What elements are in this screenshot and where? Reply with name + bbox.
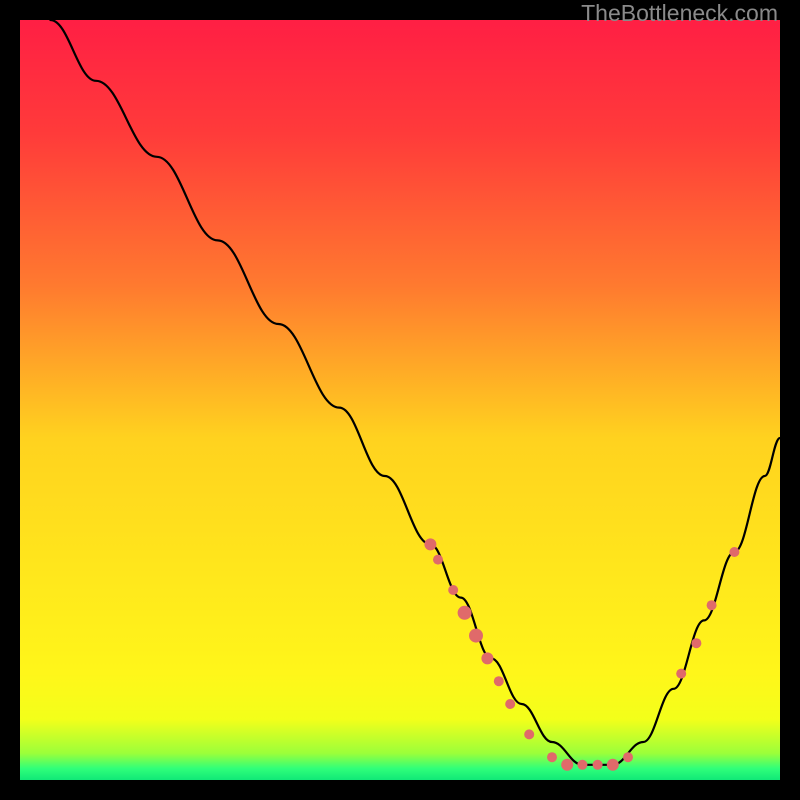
marker-dot [458, 606, 472, 620]
marker-dot [547, 752, 557, 762]
marker-dot [469, 629, 483, 643]
marker-dot [433, 555, 443, 565]
bottleneck-chart [20, 20, 780, 780]
watermark-text: TheBottleneck.com [581, 0, 778, 27]
marker-dot [676, 669, 686, 679]
marker-dot [524, 729, 534, 739]
marker-dot [707, 600, 717, 610]
marker-dot [481, 652, 493, 664]
marker-dot [729, 547, 739, 557]
marker-dot [607, 759, 619, 771]
marker-dot [505, 699, 515, 709]
marker-dot [448, 585, 458, 595]
marker-dot [577, 760, 587, 770]
marker-dot [494, 676, 504, 686]
chart-frame [20, 20, 780, 780]
marker-dot [424, 538, 436, 550]
marker-dot [623, 752, 633, 762]
marker-dot [691, 638, 701, 648]
marker-dot [561, 759, 573, 771]
marker-dot [593, 760, 603, 770]
